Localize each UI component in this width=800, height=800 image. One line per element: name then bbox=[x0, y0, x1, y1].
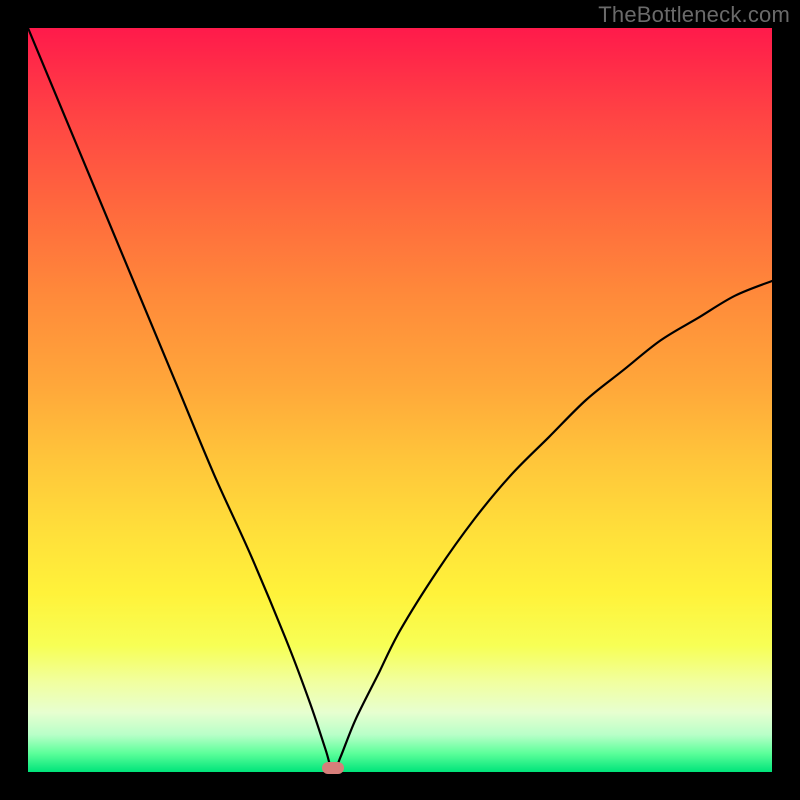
curve-path bbox=[28, 28, 772, 772]
plot-area bbox=[28, 28, 772, 772]
watermark-text: TheBottleneck.com bbox=[598, 2, 790, 28]
minimum-marker bbox=[322, 762, 344, 774]
chart-frame: TheBottleneck.com bbox=[0, 0, 800, 800]
bottleneck-curve bbox=[28, 28, 772, 772]
